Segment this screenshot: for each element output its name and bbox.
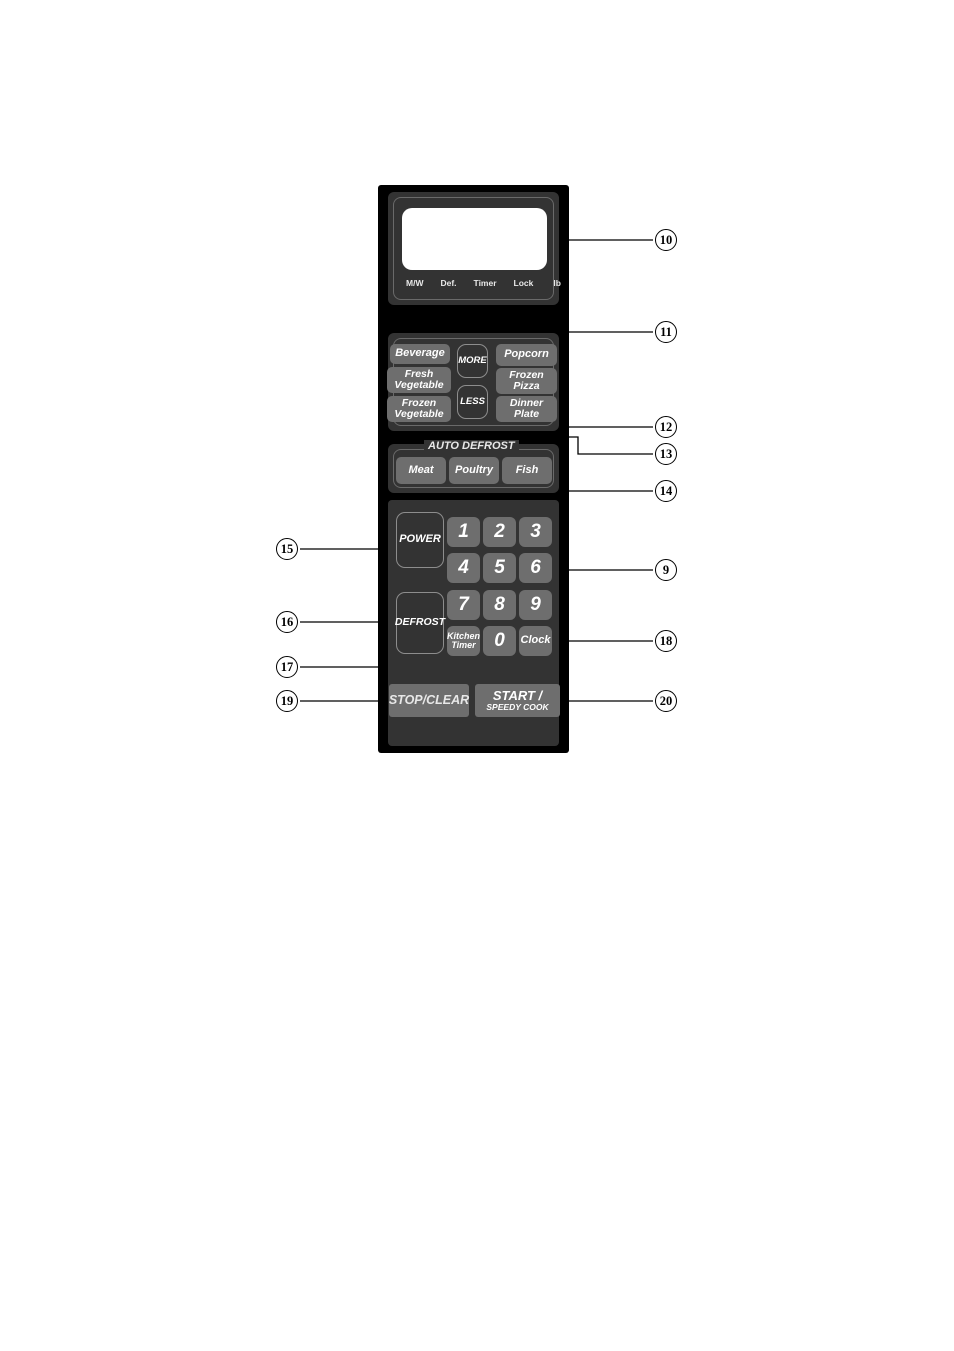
key-8[interactable]: 8 bbox=[483, 590, 516, 620]
key-9[interactable]: 9 bbox=[519, 590, 552, 620]
fish-defrost-button[interactable]: Fish bbox=[502, 457, 552, 484]
indicator-lock: Lock bbox=[513, 278, 534, 288]
indicator-def: Def. bbox=[440, 278, 457, 288]
start-sublabel: SPEEDY COOK bbox=[486, 702, 549, 713]
auto-defrost-label: AUTO DEFROST bbox=[424, 440, 519, 452]
frozen-vegetable-button[interactable]: Frozen Vegetable bbox=[387, 396, 451, 422]
meat-defrost-button[interactable]: Meat bbox=[396, 457, 446, 484]
more-button[interactable]: MORE bbox=[457, 344, 488, 378]
frozen-pizza-button[interactable]: Frozen Pizza bbox=[496, 368, 557, 394]
indicator-lb: lb bbox=[553, 278, 561, 288]
key-2[interactable]: 2 bbox=[483, 517, 516, 547]
callout-20: 20 bbox=[655, 690, 677, 712]
callout-16: 16 bbox=[276, 611, 298, 633]
callout-12: 12 bbox=[655, 416, 677, 438]
callout-10: 10 bbox=[655, 229, 677, 251]
callout-17: 17 bbox=[276, 656, 298, 678]
popcorn-button[interactable]: Popcorn bbox=[496, 344, 557, 366]
defrost-button[interactable]: DEFROST bbox=[395, 592, 445, 654]
key-3[interactable]: 3 bbox=[519, 517, 552, 547]
poultry-defrost-button[interactable]: Poultry bbox=[449, 457, 499, 484]
display-window bbox=[402, 208, 547, 270]
key-6[interactable]: 6 bbox=[519, 553, 552, 583]
indicator-mw: M/W bbox=[406, 278, 424, 288]
power-button[interactable]: POWER bbox=[396, 512, 444, 568]
start-speedy-cook-button[interactable]: START / SPEEDY COOK bbox=[475, 684, 560, 717]
less-button[interactable]: LESS bbox=[457, 385, 488, 419]
start-label: START / bbox=[492, 687, 543, 703]
stop-clear-button[interactable]: STOP/CLEAR bbox=[389, 684, 469, 717]
key-1[interactable]: 1 bbox=[447, 517, 480, 547]
callout-19: 19 bbox=[276, 690, 298, 712]
beverage-button[interactable]: Beverage bbox=[390, 344, 450, 364]
kitchen-timer-button[interactable]: Kitchen Timer bbox=[447, 626, 480, 656]
fresh-vegetable-button[interactable]: Fresh Vegetable bbox=[387, 367, 451, 393]
callout-18: 18 bbox=[655, 630, 677, 652]
indicator-timer: Timer bbox=[473, 278, 497, 288]
callout-9: 9 bbox=[655, 559, 677, 581]
callout-11: 11 bbox=[655, 321, 677, 343]
dinner-plate-button[interactable]: Dinner Plate bbox=[496, 396, 557, 422]
callout-14: 14 bbox=[655, 480, 677, 502]
display-indicator-row: M/W Def. Timer Lock lb bbox=[402, 276, 561, 290]
callout-13: 13 bbox=[655, 443, 677, 465]
callout-15: 15 bbox=[276, 538, 298, 560]
clock-button[interactable]: Clock bbox=[519, 626, 552, 656]
key-5[interactable]: 5 bbox=[483, 553, 516, 583]
key-4[interactable]: 4 bbox=[447, 553, 480, 583]
key-0[interactable]: 0 bbox=[483, 626, 516, 656]
key-7[interactable]: 7 bbox=[447, 590, 480, 620]
